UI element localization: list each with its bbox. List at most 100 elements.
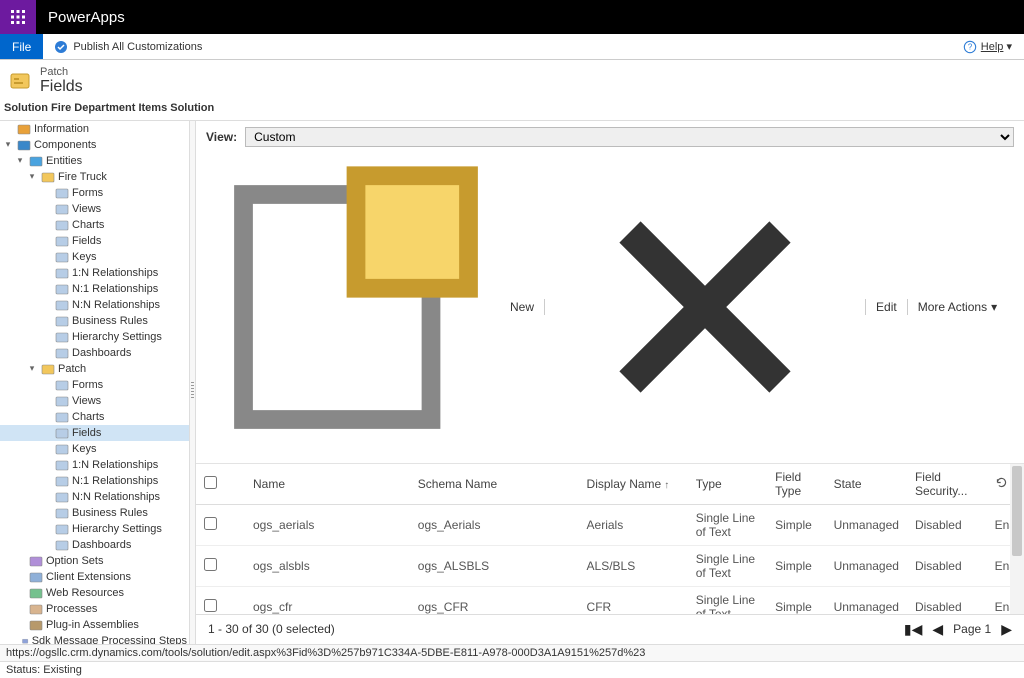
tree-firetruck-rel_1n[interactable]: 1:N Relationships xyxy=(0,265,189,281)
tree-firetruck-rel_n1[interactable]: N:1 Relationships xyxy=(0,281,189,297)
tree-processes[interactable]: Processes xyxy=(0,601,189,617)
tree-node-label: Hierarchy Settings xyxy=(72,523,162,535)
table-row[interactable]: ogs_aerialsogs_AerialsAerialsSingle Line… xyxy=(196,504,1024,545)
row-checkbox[interactable] xyxy=(204,517,217,530)
col-schema[interactable]: Schema Name xyxy=(410,464,579,505)
solution-tree[interactable]: Information ▾ Components ▾Entities▾Fire Tru… xyxy=(0,121,190,644)
tree-firetruck-fields[interactable]: Fields xyxy=(0,233,189,249)
vertical-scrollbar[interactable] xyxy=(1010,464,1024,614)
cell-state: Unmanaged xyxy=(826,504,907,545)
select-all-checkbox[interactable] xyxy=(204,476,217,489)
tree-client_ext[interactable]: Client Extensions xyxy=(0,569,189,585)
status-url: https://ogsllc.crm.dynamics.com/tools/so… xyxy=(0,644,1024,661)
tree-patch-keys[interactable]: Keys xyxy=(0,441,189,457)
tree-firetruck-hierarchy[interactable]: Hierarchy Settings xyxy=(0,329,189,345)
tree-node-icon xyxy=(29,618,43,632)
tree-patch-rel_1n[interactable]: 1:N Relationships xyxy=(0,457,189,473)
tree-node-icon xyxy=(29,586,43,600)
tree-patch-hierarchy[interactable]: Hierarchy Settings xyxy=(0,521,189,537)
tree-node-icon xyxy=(55,282,69,296)
ribbon-row: File Publish All Customizations ? Help ▾ xyxy=(0,34,1024,60)
tree-node-label: Fields xyxy=(72,235,101,247)
cell-schema: ogs_Aerials xyxy=(410,504,579,545)
tree-node-icon xyxy=(55,250,69,264)
tree-firetruck-dashboards[interactable]: Dashboards xyxy=(0,345,189,361)
delete-button[interactable] xyxy=(555,157,855,457)
tree-patch-biz_rules[interactable]: Business Rules xyxy=(0,505,189,521)
tree-patch-fields[interactable]: Fields xyxy=(0,425,189,441)
tree-firetruck-biz_rules[interactable]: Business Rules xyxy=(0,313,189,329)
sort-ascending-icon: ↑ xyxy=(664,480,669,491)
tree-patch-charts[interactable]: Charts xyxy=(0,409,189,425)
more-actions-menu[interactable]: More Actions ▾ xyxy=(918,300,997,314)
tree-patch[interactable]: ▾Patch xyxy=(0,361,189,377)
cell-name: ogs_alsbls xyxy=(245,545,410,586)
tree-firetruck[interactable]: ▾Fire Truck xyxy=(0,169,189,185)
waffle-icon[interactable] xyxy=(0,0,36,34)
tree-information[interactable]: Information xyxy=(0,121,189,137)
breadcrumb-parent[interactable]: Patch xyxy=(40,66,83,78)
tree-node-icon xyxy=(22,634,28,644)
tree-node-icon xyxy=(55,522,69,536)
tree-patch-forms[interactable]: Forms xyxy=(0,377,189,393)
cell-type: Single Line of Text xyxy=(688,545,767,586)
tree-firetruck-rel_nn[interactable]: N:N Relationships xyxy=(0,297,189,313)
tree-node-label: N:1 Relationships xyxy=(72,475,158,487)
pager-first[interactable]: ▮◀ xyxy=(904,621,922,638)
table-row[interactable]: ogs_alsblsogs_ALSBLSALS/BLSSingle Line o… xyxy=(196,545,1024,586)
cell-display: Aerials xyxy=(579,504,688,545)
tree-firetruck-views[interactable]: Views xyxy=(0,201,189,217)
tree-patch-views[interactable]: Views xyxy=(0,393,189,409)
help-label: Help ▾ xyxy=(981,40,1012,53)
tree-node-label: Charts xyxy=(72,411,104,423)
tree-expander-icon[interactable]: ▾ xyxy=(26,171,38,183)
tree-firetruck-keys[interactable]: Keys xyxy=(0,249,189,265)
tree-node-label: Components xyxy=(34,139,96,151)
tree-expander-icon[interactable]: ▾ xyxy=(26,363,38,375)
edit-button[interactable]: Edit xyxy=(876,300,897,314)
tree-patch-dashboards[interactable]: Dashboards xyxy=(0,537,189,553)
tree-node-icon xyxy=(55,442,69,456)
pager-page-label: Page 1 xyxy=(953,622,991,636)
col-type[interactable]: Type xyxy=(688,464,767,505)
pager: 1 - 30 of 30 (0 selected) ▮◀ ◀ Page 1 ▶ xyxy=(196,614,1024,644)
tree-node-icon xyxy=(55,426,69,440)
pager-next[interactable]: ▶ xyxy=(1001,621,1012,638)
col-name[interactable]: Name xyxy=(245,464,410,505)
pager-prev[interactable]: ◀ xyxy=(932,621,943,638)
tree-node-icon xyxy=(17,122,31,136)
new-button[interactable]: New xyxy=(206,157,534,457)
tree-expander-icon[interactable]: ▾ xyxy=(14,155,26,167)
new-icon xyxy=(206,157,506,457)
tree-option_sets[interactable]: Option Sets xyxy=(0,553,189,569)
fields-grid[interactable]: Name Schema Name Display Name↑ Type Fiel… xyxy=(196,464,1024,614)
col-fieldtype[interactable]: Field Type xyxy=(767,464,825,505)
tree-node-icon xyxy=(55,458,69,472)
tree-firetruck-charts[interactable]: Charts xyxy=(0,217,189,233)
table-row[interactable]: ogs_cfrogs_CFRCFRSingle Line of TextSimp… xyxy=(196,586,1024,614)
publish-all-button[interactable]: Publish All Customizations xyxy=(73,41,202,53)
tree-patch-rel_n1[interactable]: N:1 Relationships xyxy=(0,473,189,489)
row-checkbox[interactable] xyxy=(204,558,217,571)
tree-components[interactable]: ▾ Components xyxy=(0,137,189,153)
col-fieldsec[interactable]: Field Security... xyxy=(907,464,987,505)
tree-firetruck-forms[interactable]: Forms xyxy=(0,185,189,201)
help-link[interactable]: ? Help ▾ xyxy=(963,40,1012,54)
view-row: View: Custom xyxy=(196,121,1024,153)
tree-web_resources[interactable]: Web Resources xyxy=(0,585,189,601)
tree-entities[interactable]: ▾Entities xyxy=(0,153,189,169)
cell-fieldtype: Simple xyxy=(767,586,825,614)
col-state[interactable]: State xyxy=(826,464,907,505)
tree-node-label: Views xyxy=(72,395,101,407)
tree-node-icon xyxy=(55,186,69,200)
tree-plugin_asm[interactable]: Plug-in Assemblies xyxy=(0,617,189,633)
tree-expander-icon[interactable]: ▾ xyxy=(2,139,14,151)
file-tab[interactable]: File xyxy=(0,34,43,59)
tree-node-icon xyxy=(29,154,43,168)
tree-patch-rel_nn[interactable]: N:N Relationships xyxy=(0,489,189,505)
tree-sdk_steps[interactable]: Sdk Message Processing Steps xyxy=(0,633,189,644)
col-display[interactable]: Display Name↑ xyxy=(579,464,688,505)
cell-display: ALS/BLS xyxy=(579,545,688,586)
view-select[interactable]: Custom xyxy=(245,127,1014,147)
row-checkbox[interactable] xyxy=(204,599,217,612)
